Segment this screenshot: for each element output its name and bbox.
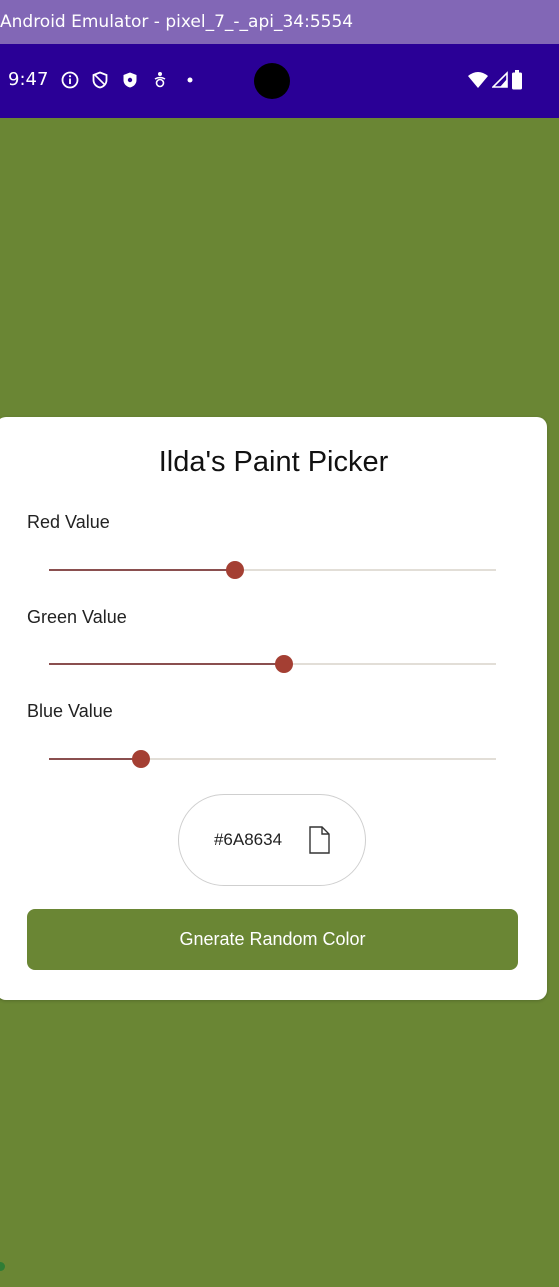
slider-thumb[interactable] (225, 561, 244, 579)
dot-icon (180, 70, 200, 90)
slider-thumb[interactable] (274, 655, 293, 673)
green-slider-label: Green Value (27, 607, 127, 627)
slider-thumb[interactable] (131, 750, 150, 768)
slider-fill (49, 663, 284, 665)
emulator-title: Android Emulator - pixel_7_-_api_34:5554 (0, 12, 354, 32)
status-time: 9:47 (8, 69, 49, 90)
slider-fill (49, 758, 141, 760)
wifi-icon (467, 71, 489, 93)
copy-icon[interactable] (308, 826, 330, 854)
slider-fill (49, 569, 235, 571)
signal-icon (491, 71, 508, 93)
hex-value-box: #6A8634 (178, 794, 366, 886)
shield-outline-icon (90, 70, 110, 90)
camera-cutout (254, 63, 290, 99)
blue-slider-label: Blue Value (27, 701, 113, 721)
emulator-title-bar: Android Emulator - pixel_7_-_api_34:5554 (0, 0, 559, 44)
generate-random-color-button[interactable]: Gnerate Random Color (27, 909, 518, 970)
blue-slider[interactable] (49, 747, 496, 771)
green-slider[interactable] (49, 652, 496, 676)
corner-indicator (0, 1262, 5, 1271)
accessibility-icon (150, 70, 170, 90)
status-bar: 9:47 (0, 44, 559, 118)
red-slider-label: Red Value (27, 512, 110, 532)
red-slider[interactable] (49, 558, 496, 582)
hex-value-text: #6A8634 (213, 830, 283, 849)
status-icons-right (467, 70, 523, 94)
status-icons-left (60, 70, 200, 90)
info-icon (60, 70, 80, 90)
shield-filled-icon (120, 70, 140, 90)
page-title: Ilda's Paint Picker (158, 446, 389, 478)
battery-icon (511, 70, 523, 94)
